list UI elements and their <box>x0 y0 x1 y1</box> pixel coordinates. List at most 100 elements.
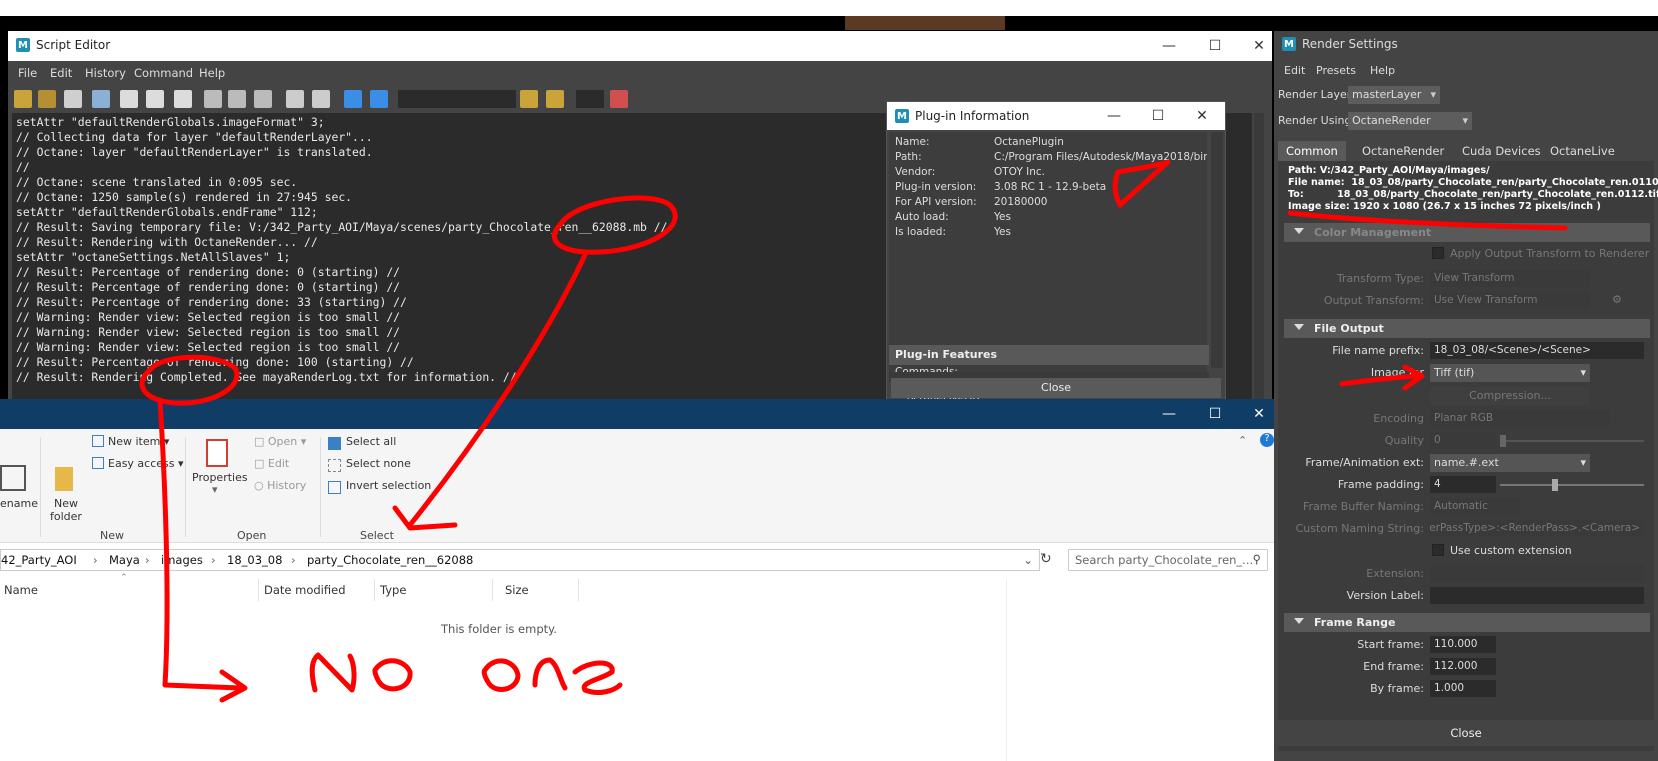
select-all-icon[interactable] <box>328 437 341 450</box>
address-bar[interactable]: 42_Party_AOI › Maya › images › 18_03_08 › party_… <box>0 549 1040 571</box>
fb-naming-dropdown[interactable]: Automatic <box>1430 498 1520 515</box>
menu-edit[interactable]: Edit <box>50 66 72 80</box>
search-down-icon[interactable] <box>520 90 538 108</box>
breadcrumb-chevron-icon[interactable]: › <box>211 553 216 567</box>
render-settings-titlebar[interactable]: M Render Settings <box>1274 31 1658 57</box>
use-custom-ext-checkbox[interactable] <box>1432 544 1444 556</box>
menu-help[interactable]: Help <box>199 66 225 80</box>
version-label-input[interactable] <box>1430 587 1644 604</box>
breadcrumb-chevron-icon[interactable]: › <box>291 553 296 567</box>
maximize-icon[interactable]: ☐ <box>1135 102 1181 130</box>
properties-icon[interactable] <box>206 439 228 467</box>
breadcrumb-item[interactable]: 42_Party_AOI <box>1 553 77 567</box>
select-all-button[interactable]: Select all <box>346 435 396 448</box>
render-settings-close-button[interactable]: Close <box>1278 720 1654 746</box>
show-both-icon[interactable] <box>254 90 272 108</box>
save-shelf-icon[interactable] <box>92 90 110 108</box>
frame-padding-input[interactable]: 4 <box>1430 476 1496 493</box>
clear-history-icon[interactable] <box>286 90 304 108</box>
source-script-icon[interactable] <box>38 90 56 108</box>
breadcrumb-item[interactable]: images <box>161 553 203 567</box>
invert-selection-button[interactable]: Invert selection <box>346 479 431 492</box>
history-button[interactable]: ○ History <box>254 479 306 492</box>
breadcrumb-chevron-icon[interactable]: › <box>93 553 98 567</box>
maximize-icon[interactable]: ☐ <box>1192 399 1238 429</box>
properties-dropdown-icon[interactable]: ▾ <box>212 483 218 496</box>
clear-input-icon[interactable] <box>312 90 330 108</box>
new-item-button[interactable]: New item ▾ <box>108 435 169 448</box>
edit-button[interactable]: □ Edit <box>254 457 289 470</box>
breadcrumb-item[interactable]: 18_03_08 <box>227 553 282 567</box>
explorer-titlebar[interactable]: — ☐ ✕ <box>0 399 1281 429</box>
plugin-close-button[interactable]: Close <box>891 378 1221 398</box>
show-history-icon[interactable] <box>204 90 222 108</box>
breadcrumb-item[interactable]: party_Chocolate_ren__62088 <box>307 553 473 567</box>
maximize-icon[interactable]: ☐ <box>1192 31 1238 61</box>
frame-padding-slider[interactable] <box>1500 479 1644 491</box>
refresh-icon[interactable]: ↻ <box>1040 551 1052 567</box>
collapse-ribbon-icon[interactable]: ⌃ <box>1238 434 1247 447</box>
breadcrumb-chevron-icon[interactable]: › <box>145 553 150 567</box>
new-folder-label[interactable]: New folder <box>50 497 82 523</box>
prefix-input[interactable]: 18_03_08/<Scene>/<Scene> <box>1430 342 1644 359</box>
select-none-icon[interactable] <box>328 459 341 472</box>
gear-icon[interactable]: ⚙ <box>1612 293 1622 306</box>
goto-line-field[interactable] <box>576 90 604 108</box>
stack-trace-icon[interactable] <box>174 90 192 108</box>
menu-history[interactable]: History <box>85 66 126 80</box>
plugin-info-titlebar[interactable]: M Plug-in Information — ☐ ✕ <box>887 102 1225 130</box>
new-folder-icon[interactable] <box>55 467 73 491</box>
save-script-icon[interactable] <box>64 90 82 108</box>
indent-icon[interactable] <box>610 90 628 108</box>
tab-common[interactable]: Common <box>1278 141 1346 161</box>
address-dropdown-icon[interactable]: ⌄ <box>1023 553 1033 567</box>
frame-ext-dropdown[interactable]: name.#.ext ▾ <box>1430 454 1590 472</box>
quality-slider-handle[interactable] <box>1500 435 1506 447</box>
menu-help[interactable]: Help <box>1370 64 1395 77</box>
execute-icon[interactable] <box>370 90 388 108</box>
select-none-button[interactable]: Select none <box>346 457 411 470</box>
open-script-icon[interactable] <box>14 90 32 108</box>
frame-range-section[interactable]: Frame Range <box>1284 613 1650 632</box>
column-date-modified[interactable]: Date modified <box>264 583 346 597</box>
invert-selection-icon[interactable] <box>328 481 341 494</box>
help-icon[interactable]: ? <box>1260 433 1274 447</box>
render-layer-dropdown[interactable]: masterLayer ▾ <box>1348 86 1440 104</box>
output-transform-dropdown[interactable]: Use View Transform <box>1430 292 1590 309</box>
rename-label[interactable]: ename <box>0 497 38 510</box>
script-editor-titlebar[interactable]: M Script Editor — ☐ ✕ <box>8 31 1272 61</box>
color-management-section[interactable]: Color Management <box>1284 223 1650 242</box>
search-up-icon[interactable] <box>546 90 564 108</box>
menu-edit[interactable]: Edit <box>1284 64 1305 77</box>
encoding-dropdown[interactable]: Planar RGB <box>1430 410 1610 427</box>
menu-command[interactable]: Command <box>134 66 193 80</box>
properties-label[interactable]: Properties <box>192 471 248 484</box>
tab-octanerender[interactable]: OctaneRender <box>1354 141 1452 161</box>
quality-slider[interactable] <box>1500 435 1644 447</box>
close-icon[interactable]: ✕ <box>1179 102 1225 130</box>
compression-button[interactable]: Compression... <box>1430 387 1590 405</box>
easy-access-icon[interactable] <box>92 457 104 469</box>
end-frame-input[interactable]: 112.000 <box>1430 658 1496 675</box>
tab-octanelive[interactable]: OctaneLive <box>1542 141 1623 161</box>
minimize-icon[interactable]: — <box>1146 399 1192 429</box>
menu-file[interactable]: File <box>18 66 37 80</box>
new-item-icon[interactable] <box>92 435 104 447</box>
console-scrollbar[interactable] <box>1254 113 1264 399</box>
apply-output-checkbox[interactable] <box>1432 247 1444 259</box>
line-numbers-icon[interactable] <box>146 90 164 108</box>
custom-naming-input[interactable]: <RenderPassType>:<RenderPass>.<Camera> <box>1430 520 1644 537</box>
echo-commands-icon[interactable] <box>120 90 138 108</box>
minimize-icon[interactable]: — <box>1146 31 1192 61</box>
easy-access-button[interactable]: Easy access ▾ <box>108 457 184 470</box>
by-frame-input[interactable]: 1.000 <box>1430 680 1496 697</box>
column-size[interactable]: Size <box>505 583 529 597</box>
file-output-section[interactable]: File Output <box>1284 319 1650 338</box>
plugin-vscrollbar[interactable] <box>1211 132 1223 368</box>
menu-presets[interactable]: Presets <box>1316 64 1356 77</box>
search-input[interactable]: Search party_Chocolate_ren_... ⚲ <box>1068 549 1268 571</box>
execute-all-icon[interactable] <box>344 90 362 108</box>
extension-input[interactable] <box>1430 565 1644 582</box>
image-format-dropdown[interactable]: Tiff (tif) ▾ <box>1430 364 1590 382</box>
open-button[interactable]: □ Open ▾ <box>254 435 306 448</box>
